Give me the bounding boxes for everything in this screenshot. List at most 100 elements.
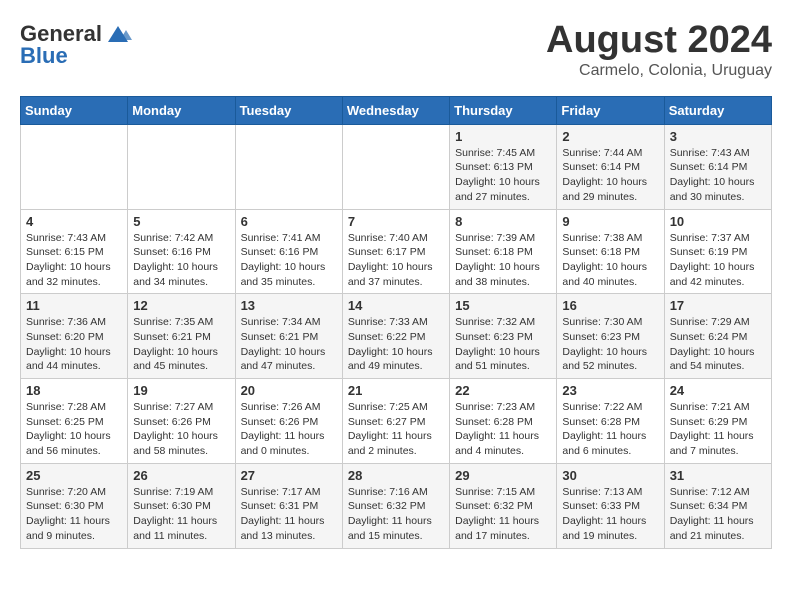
calendar-cell: 2 Sunrise: 7:44 AMSunset: 6:14 PMDaylight… bbox=[557, 124, 664, 209]
calendar-cell: 26Sunrise: 7:19 AMSunset: 6:30 PMDayligh… bbox=[128, 463, 235, 548]
day-info: Sunrise: 7:44 AMSunset: 6:14 PMDaylight:… bbox=[562, 146, 658, 205]
day-info: Sunrise: 7:32 AMSunset: 6:23 PMDaylight:… bbox=[455, 315, 551, 374]
weekday-header-saturday: Saturday bbox=[664, 96, 771, 124]
day-number: 21 bbox=[348, 383, 444, 398]
day-number: 27 bbox=[241, 468, 337, 483]
day-info: Sunrise: 7:15 AMSunset: 6:32 PMDaylight:… bbox=[455, 485, 551, 544]
calendar-cell: 24 Sunrise: 7:21 AMSunset: 6:29 PMDayligh… bbox=[664, 379, 771, 464]
title-block: August 2024 Carmelo, Colonia, Uruguay bbox=[546, 20, 772, 80]
calendar-cell: 25Sunrise: 7:20 AMSunset: 6:30 PMDayligh… bbox=[21, 463, 128, 548]
weekday-header-sunday: Sunday bbox=[21, 96, 128, 124]
weekday-header-row: SundayMondayTuesdayWednesdayThursdayFrid… bbox=[21, 96, 772, 124]
day-info: Sunrise: 7:39 AMSunset: 6:18 PMDaylight:… bbox=[455, 231, 551, 290]
day-number: 19 bbox=[133, 383, 229, 398]
day-number: 2 bbox=[562, 129, 658, 144]
day-number: 1 bbox=[455, 129, 551, 144]
calendar-week-row: 25Sunrise: 7:20 AMSunset: 6:30 PMDayligh… bbox=[21, 463, 772, 548]
day-info: Sunrise: 7:45 AMSunset: 6:13 PMDaylight:… bbox=[455, 146, 551, 205]
day-number: 31 bbox=[670, 468, 766, 483]
day-info: Sunrise: 7:43 AMSunset: 6:15 PMDaylight:… bbox=[26, 231, 122, 290]
calendar-cell: 3Sunrise: 7:43 AMSunset: 6:14 PMDaylight… bbox=[664, 124, 771, 209]
day-number: 8 bbox=[455, 214, 551, 229]
weekday-header-thursday: Thursday bbox=[450, 96, 557, 124]
day-number: 12 bbox=[133, 298, 229, 313]
day-number: 6 bbox=[241, 214, 337, 229]
calendar-cell: 4Sunrise: 7:43 AMSunset: 6:15 PMDaylight… bbox=[21, 209, 128, 294]
day-number: 16 bbox=[562, 298, 658, 313]
logo-icon bbox=[104, 20, 132, 48]
calendar-cell: 14 Sunrise: 7:33 AMSunset: 6:22 PMDayligh… bbox=[342, 294, 449, 379]
calendar-cell: 8 Sunrise: 7:39 AMSunset: 6:18 PMDaylight… bbox=[450, 209, 557, 294]
calendar-cell: 10 Sunrise: 7:37 AMSunset: 6:19 PMDayligh… bbox=[664, 209, 771, 294]
calendar-cell: 29Sunrise: 7:15 AMSunset: 6:32 PMDayligh… bbox=[450, 463, 557, 548]
calendar-cell: 30 Sunrise: 7:13 AMSunset: 6:33 PMDayligh… bbox=[557, 463, 664, 548]
calendar-cell: 22 Sunrise: 7:23 AMSunset: 6:28 PMDayligh… bbox=[450, 379, 557, 464]
calendar-cell: 17 Sunrise: 7:29 AMSunset: 6:24 PMDayligh… bbox=[664, 294, 771, 379]
day-number: 28 bbox=[348, 468, 444, 483]
location: Carmelo, Colonia, Uruguay bbox=[546, 62, 772, 80]
day-number: 24 bbox=[670, 383, 766, 398]
calendar-cell: 6 Sunrise: 7:41 AMSunset: 6:16 PMDaylight… bbox=[235, 209, 342, 294]
day-number: 26 bbox=[133, 468, 229, 483]
logo: General Blue bbox=[20, 20, 132, 68]
day-info: Sunrise: 7:40 AMSunset: 6:17 PMDaylight:… bbox=[348, 231, 444, 290]
calendar-cell bbox=[21, 124, 128, 209]
day-info: Sunrise: 7:27 AMSunset: 6:26 PMDaylight:… bbox=[133, 400, 229, 459]
calendar-cell: 19 Sunrise: 7:27 AMSunset: 6:26 PMDayligh… bbox=[128, 379, 235, 464]
day-info: Sunrise: 7:34 AMSunset: 6:21 PMDaylight:… bbox=[241, 315, 337, 374]
day-info: Sunrise: 7:16 AMSunset: 6:32 PMDaylight:… bbox=[348, 485, 444, 544]
calendar-cell: 1 Sunrise: 7:45 AMSunset: 6:13 PMDaylight… bbox=[450, 124, 557, 209]
calendar-cell: 15 Sunrise: 7:32 AMSunset: 6:23 PMDayligh… bbox=[450, 294, 557, 379]
day-info: Sunrise: 7:36 AMSunset: 6:20 PMDaylight:… bbox=[26, 315, 122, 374]
calendar-cell: 12 Sunrise: 7:35 AMSunset: 6:21 PMDayligh… bbox=[128, 294, 235, 379]
day-info: Sunrise: 7:38 AMSunset: 6:18 PMDaylight:… bbox=[562, 231, 658, 290]
weekday-header-tuesday: Tuesday bbox=[235, 96, 342, 124]
calendar-cell: 16 Sunrise: 7:30 AMSunset: 6:23 PMDayligh… bbox=[557, 294, 664, 379]
calendar-week-row: 4Sunrise: 7:43 AMSunset: 6:15 PMDaylight… bbox=[21, 209, 772, 294]
day-info: Sunrise: 7:17 AMSunset: 6:31 PMDaylight:… bbox=[241, 485, 337, 544]
day-number: 11 bbox=[26, 298, 122, 313]
day-info: Sunrise: 7:37 AMSunset: 6:19 PMDaylight:… bbox=[670, 231, 766, 290]
day-info: Sunrise: 7:41 AMSunset: 6:16 PMDaylight:… bbox=[241, 231, 337, 290]
calendar-cell bbox=[128, 124, 235, 209]
day-number: 15 bbox=[455, 298, 551, 313]
day-number: 9 bbox=[562, 214, 658, 229]
day-info: Sunrise: 7:13 AMSunset: 6:33 PMDaylight:… bbox=[562, 485, 658, 544]
day-number: 18 bbox=[26, 383, 122, 398]
day-info: Sunrise: 7:23 AMSunset: 6:28 PMDaylight:… bbox=[455, 400, 551, 459]
day-info: Sunrise: 7:26 AMSunset: 6:26 PMDaylight:… bbox=[241, 400, 337, 459]
day-number: 30 bbox=[562, 468, 658, 483]
calendar-cell: 27 Sunrise: 7:17 AMSunset: 6:31 PMDayligh… bbox=[235, 463, 342, 548]
day-info: Sunrise: 7:42 AMSunset: 6:16 PMDaylight:… bbox=[133, 231, 229, 290]
day-info: Sunrise: 7:21 AMSunset: 6:29 PMDaylight:… bbox=[670, 400, 766, 459]
weekday-header-monday: Monday bbox=[128, 96, 235, 124]
calendar-cell: 5 Sunrise: 7:42 AMSunset: 6:16 PMDaylight… bbox=[128, 209, 235, 294]
calendar-cell bbox=[342, 124, 449, 209]
day-info: Sunrise: 7:29 AMSunset: 6:24 PMDaylight:… bbox=[670, 315, 766, 374]
calendar-cell: 11 Sunrise: 7:36 AMSunset: 6:20 PMDayligh… bbox=[21, 294, 128, 379]
day-number: 14 bbox=[348, 298, 444, 313]
day-number: 7 bbox=[348, 214, 444, 229]
day-number: 23 bbox=[562, 383, 658, 398]
day-number: 22 bbox=[455, 383, 551, 398]
day-info: Sunrise: 7:35 AMSunset: 6:21 PMDaylight:… bbox=[133, 315, 229, 374]
calendar-cell: 20 Sunrise: 7:26 AMSunset: 6:26 PMDayligh… bbox=[235, 379, 342, 464]
calendar-cell: 31Sunrise: 7:12 AMSunset: 6:34 PMDayligh… bbox=[664, 463, 771, 548]
calendar-cell: 18 Sunrise: 7:28 AMSunset: 6:25 PMDayligh… bbox=[21, 379, 128, 464]
day-info: Sunrise: 7:25 AMSunset: 6:27 PMDaylight:… bbox=[348, 400, 444, 459]
day-number: 20 bbox=[241, 383, 337, 398]
page-header: General Blue August 2024 Carmelo, Coloni… bbox=[20, 20, 772, 80]
day-number: 13 bbox=[241, 298, 337, 313]
day-number: 5 bbox=[133, 214, 229, 229]
calendar-cell: 7 Sunrise: 7:40 AMSunset: 6:17 PMDaylight… bbox=[342, 209, 449, 294]
calendar-cell: 9 Sunrise: 7:38 AMSunset: 6:18 PMDaylight… bbox=[557, 209, 664, 294]
weekday-header-wednesday: Wednesday bbox=[342, 96, 449, 124]
day-number: 10 bbox=[670, 214, 766, 229]
day-info: Sunrise: 7:33 AMSunset: 6:22 PMDaylight:… bbox=[348, 315, 444, 374]
day-info: Sunrise: 7:43 AMSunset: 6:14 PMDaylight:… bbox=[670, 146, 766, 205]
day-number: 17 bbox=[670, 298, 766, 313]
day-info: Sunrise: 7:30 AMSunset: 6:23 PMDaylight:… bbox=[562, 315, 658, 374]
day-info: Sunrise: 7:28 AMSunset: 6:25 PMDaylight:… bbox=[26, 400, 122, 459]
calendar-week-row: 1 Sunrise: 7:45 AMSunset: 6:13 PMDaylight… bbox=[21, 124, 772, 209]
day-info: Sunrise: 7:20 AMSunset: 6:30 PMDaylight:… bbox=[26, 485, 122, 544]
